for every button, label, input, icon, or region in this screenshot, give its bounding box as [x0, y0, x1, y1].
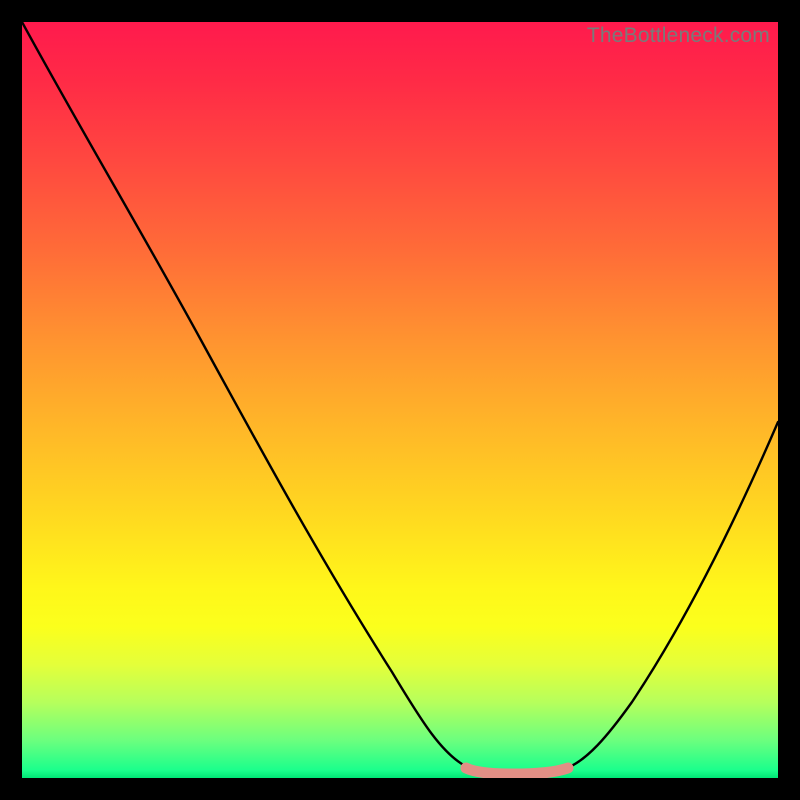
- chart-frame: TheBottleneck.com: [0, 0, 800, 800]
- plot-area: TheBottleneck.com: [22, 22, 778, 778]
- main-curve: [22, 22, 778, 774]
- chart-svg: [22, 22, 778, 778]
- highlight-band: [466, 768, 568, 774]
